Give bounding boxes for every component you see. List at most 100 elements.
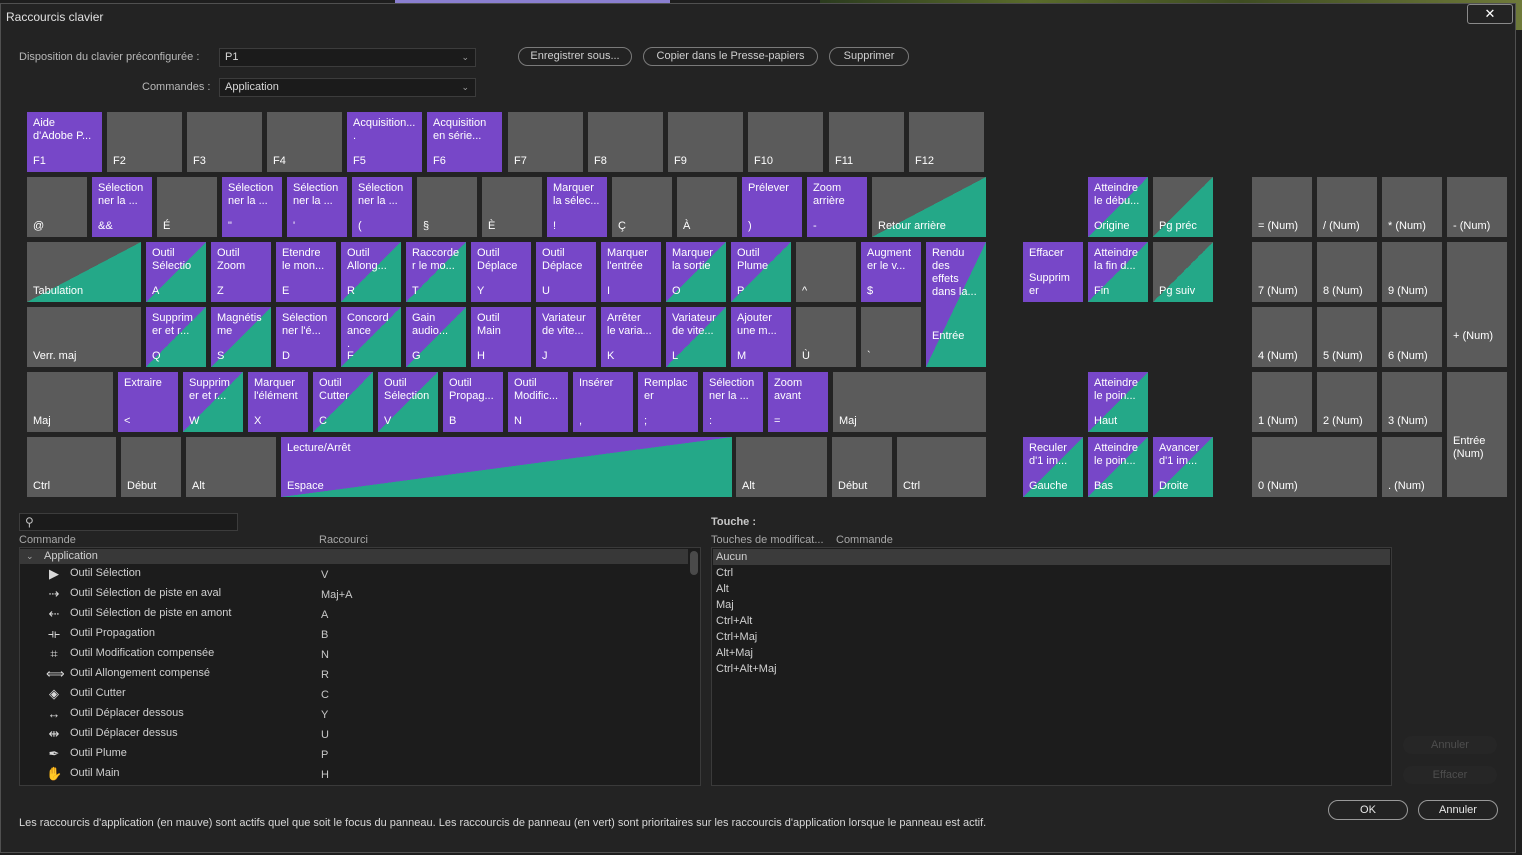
- key[interactable]: Gain audio... G: [406, 307, 466, 367]
- key[interactable]: Avancer d'1 im... Droite: [1153, 437, 1213, 497]
- command-row[interactable]: ⇢ Outil Sélection de piste en aval Maj+A: [20, 585, 688, 605]
- ok-button[interactable]: OK: [1328, 800, 1408, 820]
- save-as-button[interactable]: Enregistrer sous...: [518, 47, 632, 66]
- search-input[interactable]: ⚲: [19, 513, 238, 531]
- key[interactable]: Maj: [27, 372, 113, 432]
- key[interactable]: Maj: [833, 372, 986, 432]
- key[interactable]: Concord ance .F: [341, 307, 401, 367]
- clear-key-button[interactable]: Effacer: [1403, 766, 1497, 784]
- command-shortcut[interactable]: V: [321, 569, 328, 581]
- command-shortcut[interactable]: N: [321, 649, 329, 661]
- key[interactable]: Outil Sélectio A: [146, 242, 206, 302]
- modifier-row[interactable]: Aucun: [713, 549, 1390, 565]
- commands-scrollbar-thumb[interactable]: [690, 551, 698, 575]
- key[interactable]: 6 (Num): [1382, 307, 1442, 367]
- command-row[interactable]: ✋ Outil Main H: [20, 765, 688, 785]
- key[interactable]: Sélection ner la ... &&: [92, 177, 152, 237]
- key[interactable]: Effacer Supprim er: [1023, 242, 1083, 302]
- command-row[interactable]: ⟺ Outil Allongement compensé R: [20, 665, 688, 685]
- command-shortcut[interactable]: Maj+A: [321, 589, 353, 601]
- key[interactable]: 7 (Num): [1252, 242, 1312, 302]
- command-shortcut[interactable]: U: [321, 729, 329, 741]
- key[interactable]: Atteindre la fin d... Fin: [1088, 242, 1148, 302]
- modifier-row[interactable]: Ctrl+Maj: [713, 629, 1390, 645]
- key[interactable]: Extraire <: [118, 372, 178, 432]
- key[interactable]: F2: [107, 112, 182, 172]
- key[interactable]: Alt: [736, 437, 827, 497]
- command-shortcut[interactable]: C: [321, 689, 329, 701]
- key[interactable]: Acquisition en série... F6: [427, 112, 502, 172]
- command-shortcut[interactable]: A: [321, 609, 328, 621]
- group-row-application[interactable]: ⌄ Application: [20, 549, 688, 564]
- key[interactable]: Outil Déplace U: [536, 242, 596, 302]
- key[interactable]: Sélection ner la ... ": [222, 177, 282, 237]
- key[interactable]: §: [417, 177, 477, 237]
- key[interactable]: Atteindre le poin... Bas: [1088, 437, 1148, 497]
- key[interactable]: Début: [832, 437, 892, 497]
- key[interactable]: Remplac er;: [638, 372, 698, 432]
- key[interactable]: Reculer d'1 im... Gauche: [1023, 437, 1083, 497]
- key[interactable]: + (Num): [1447, 242, 1507, 367]
- key[interactable]: Outil Propag... B: [443, 372, 503, 432]
- command-row[interactable]: ◈ Outil Cutter C: [20, 685, 688, 705]
- key[interactable]: Atteindre le débu... Origine: [1088, 177, 1148, 237]
- key[interactable]: * (Num): [1382, 177, 1442, 237]
- key[interactable]: Ctrl: [27, 437, 116, 497]
- key[interactable]: Magnétis me S: [211, 307, 271, 367]
- command-row[interactable]: ▶ Outil Sélection V: [20, 565, 688, 585]
- command-row[interactable]: ⌗ Outil Modification compensée N: [20, 645, 688, 665]
- key[interactable]: ^: [796, 242, 856, 302]
- key[interactable]: F10: [748, 112, 823, 172]
- key[interactable]: Raccorde r le mo... T: [406, 242, 466, 302]
- key[interactable]: F9: [668, 112, 743, 172]
- key[interactable]: Outil Allong... R: [341, 242, 401, 302]
- key[interactable]: F4: [267, 112, 342, 172]
- key[interactable]: F12: [909, 112, 984, 172]
- key[interactable]: Etendre le mon... E: [276, 242, 336, 302]
- key[interactable]: F8: [588, 112, 663, 172]
- key[interactable]: É: [157, 177, 217, 237]
- command-row[interactable]: ⟛ Outil Propagation B: [20, 625, 688, 645]
- modifier-row[interactable]: Maj: [713, 597, 1390, 613]
- key[interactable]: Outil Déplace Y: [471, 242, 531, 302]
- key[interactable]: È: [482, 177, 542, 237]
- key[interactable]: Sélection ner l'é... D: [276, 307, 336, 367]
- command-row[interactable]: ✒ Outil Plume P: [20, 745, 688, 765]
- key[interactable]: = (Num): [1252, 177, 1312, 237]
- key[interactable]: Entrée (Num): [1447, 372, 1507, 497]
- key[interactable]: Variateur de vite... J: [536, 307, 596, 367]
- key[interactable]: Outil Sélection V: [378, 372, 438, 432]
- key[interactable]: Pg suiv: [1153, 242, 1213, 302]
- key[interactable]: Marquer la sélec...!: [547, 177, 607, 237]
- key[interactable]: Outil Modific... N: [508, 372, 568, 432]
- key[interactable]: Ù: [796, 307, 856, 367]
- key[interactable]: Prélever): [742, 177, 802, 237]
- key[interactable]: Outil Cutter C: [313, 372, 373, 432]
- key[interactable]: Retour arrière: [872, 177, 986, 237]
- key[interactable]: Arrêter le varia... K: [601, 307, 661, 367]
- key[interactable]: 9 (Num): [1382, 242, 1442, 302]
- key[interactable]: Outil Plume P: [731, 242, 791, 302]
- command-shortcut[interactable]: Y: [321, 709, 328, 721]
- key[interactable]: 4 (Num): [1252, 307, 1312, 367]
- modifier-row[interactable]: Ctrl+Alt: [713, 613, 1390, 629]
- command-row[interactable]: ⇠ Outil Sélection de piste en amont A: [20, 605, 688, 625]
- command-row[interactable]: ↔ Outil Déplacer dessous Y: [20, 705, 688, 725]
- key[interactable]: `: [861, 307, 921, 367]
- key[interactable]: Lecture/Arrêt Espace: [281, 437, 732, 497]
- key[interactable]: . (Num): [1382, 437, 1442, 497]
- copy-clipboard-button[interactable]: Copier dans le Presse-papiers: [643, 47, 818, 66]
- key[interactable]: Marquer l'élément X: [248, 372, 308, 432]
- key[interactable]: Verr. maj: [27, 307, 141, 367]
- command-shortcut[interactable]: H: [321, 769, 329, 781]
- command-shortcut[interactable]: B: [321, 629, 328, 641]
- key[interactable]: Alt: [186, 437, 276, 497]
- key[interactable]: Début: [121, 437, 181, 497]
- key[interactable]: Ç: [612, 177, 672, 237]
- key[interactable]: Tabulation: [27, 242, 141, 302]
- key[interactable]: F7: [508, 112, 583, 172]
- key[interactable]: Aide d'Adobe P... F1: [27, 112, 102, 172]
- undo-key-button[interactable]: Annuler: [1403, 736, 1497, 754]
- key[interactable]: Ajouter une m... M: [731, 307, 791, 367]
- key[interactable]: - (Num): [1447, 177, 1507, 237]
